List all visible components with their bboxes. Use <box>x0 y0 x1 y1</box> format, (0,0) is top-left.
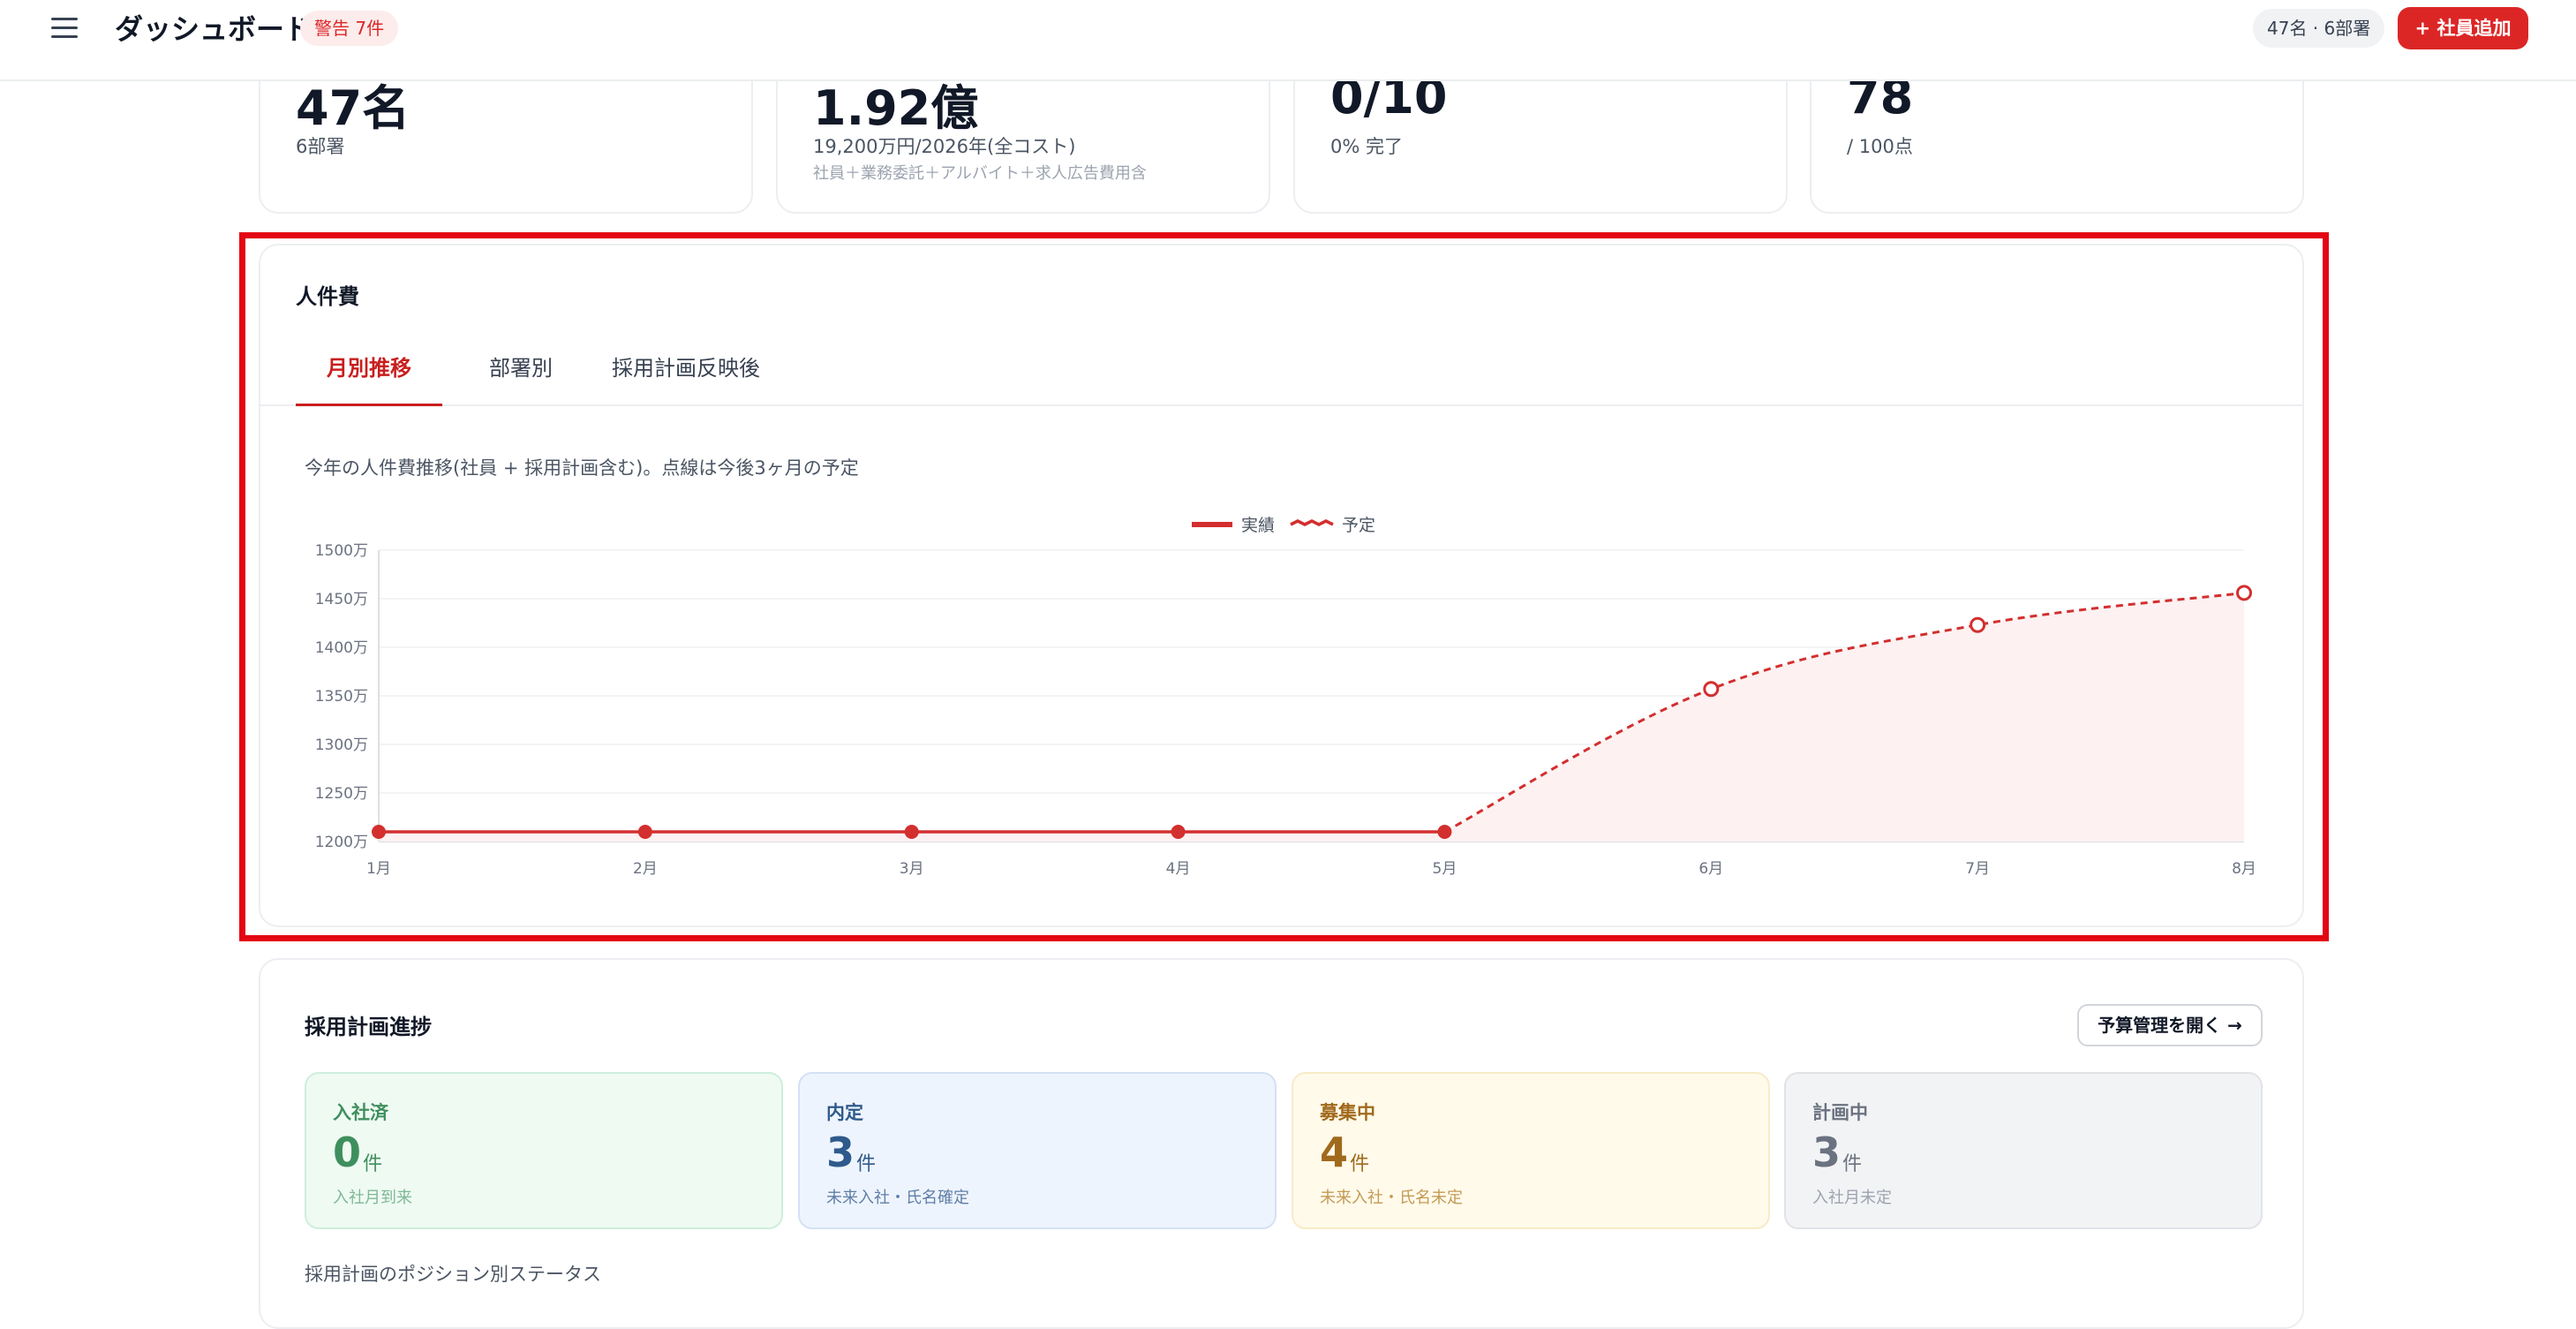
status-hired: 入社済 0 件 入社月到来 <box>305 1072 783 1229</box>
stat-sub: 0% 完了 <box>1330 136 1403 157</box>
page-title: ダッシュボード <box>115 12 313 46</box>
status-count: 4 <box>1320 1129 1349 1176</box>
status-unit: 件 <box>856 1153 877 1175</box>
status-note: 未来入社・氏名確定 <box>826 1189 969 1207</box>
position-status-label: 採用計画のポジション別ステータス <box>305 1264 601 1285</box>
status-count: 0 <box>333 1129 362 1176</box>
status-recruiting: 募集中 4 件 未来入社・氏名未定 <box>1292 1072 1770 1229</box>
highlight-frame <box>239 232 2329 941</box>
status-count: 3 <box>826 1129 855 1176</box>
stat-sub: 19,200万円/2026年(全コスト) <box>813 136 1076 157</box>
open-budget-button[interactable]: 予算管理を開く → <box>2077 1004 2263 1046</box>
stat-note: 社員＋業務委託＋アルバイト＋求人広告費用含 <box>813 164 1147 183</box>
status-unit: 件 <box>363 1153 383 1175</box>
status-unit: 件 <box>1842 1153 1863 1175</box>
status-count: 3 <box>1812 1129 1842 1176</box>
status-note: 未来入社・氏名未定 <box>1320 1189 1463 1207</box>
status-label: 内定 <box>826 1102 863 1123</box>
stat-sub: / 100点 <box>1847 136 1913 157</box>
warning-badge[interactable]: 警告 7件 <box>300 11 399 46</box>
status-offer: 内定 3 件 未来入社・氏名確定 <box>798 1072 1277 1229</box>
menu-icon[interactable] <box>49 14 79 41</box>
status-label: 募集中 <box>1320 1102 1375 1123</box>
status-note: 入社月到来 <box>333 1189 412 1207</box>
status-unit: 件 <box>1350 1153 1370 1175</box>
top-bar: ダッシュボード 警告 7件 47名 · 6部署 + 社員追加 <box>0 0 2576 81</box>
hiring-plan-title: 採用計画進捗 <box>305 1015 432 1039</box>
org-summary-chip: 47名 · 6部署 <box>2253 9 2385 48</box>
status-note: 入社月未定 <box>1812 1189 1892 1207</box>
add-employee-button[interactable]: + 社員追加 <box>2398 7 2528 49</box>
hiring-plan-card: 採用計画進捗 予算管理を開く → 入社済 0 件 入社月到来 内定 3 件 未来… <box>259 958 2304 1329</box>
stat-sub: 6部署 <box>296 136 345 157</box>
status-label: 入社済 <box>333 1102 388 1123</box>
status-label: 計画中 <box>1812 1102 1868 1123</box>
status-planning: 計画中 3 件 入社月未定 <box>1784 1072 2263 1229</box>
